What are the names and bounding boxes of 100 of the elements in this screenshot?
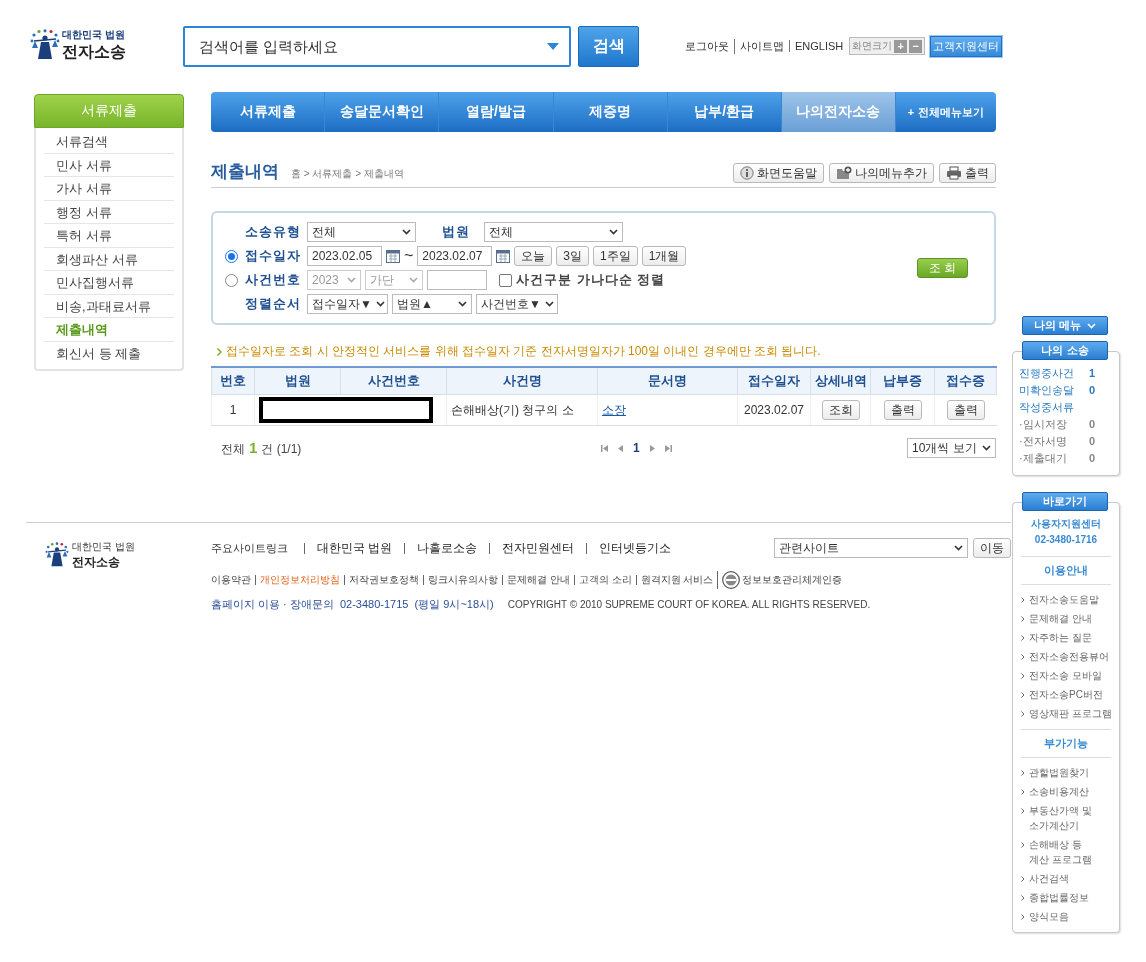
shortcut-link[interactable]: 전자소송 모바일	[1029, 668, 1102, 683]
shortcut-link[interactable]: 문제해결 안내	[1029, 611, 1092, 626]
date-range-button[interactable]: 1주일	[593, 246, 638, 266]
column-header: 접수증	[934, 367, 997, 395]
case-number-input[interactable]	[427, 270, 487, 290]
date-range-button[interactable]: 오늘	[514, 246, 553, 266]
toolbar-button[interactable]: 출력	[939, 163, 996, 183]
last-page-icon[interactable]	[664, 444, 672, 452]
nav-tab[interactable]: 제증명	[553, 92, 668, 132]
go-button[interactable]: 이동	[973, 538, 1011, 558]
page-size-select[interactable]: 10개씩 보기	[907, 438, 996, 458]
footer-link[interactable]: 저작권보호정책	[344, 575, 423, 585]
shortcut-link[interactable]: 부동산가액 및 소가계산기	[1029, 803, 1092, 833]
date-input[interactable]: 2023.02.07	[417, 246, 493, 266]
shortcut-link[interactable]: 양식모음	[1029, 909, 1069, 924]
nav-tab[interactable]: 송달문서확인	[325, 92, 440, 132]
chevron-right-icon	[1021, 597, 1025, 603]
nav-tab[interactable]: 납부/환급	[667, 92, 782, 132]
header-link[interactable]: ENGLISH	[789, 40, 844, 52]
logo-icon	[30, 29, 60, 61]
chevron-icon	[409, 277, 418, 283]
column-header: 상세내역	[810, 367, 871, 395]
date-range-button[interactable]: 3일	[556, 246, 590, 266]
toolbar-button[interactable]: 나의메뉴추가	[829, 163, 934, 183]
shortcut-link[interactable]: 소송비용계산	[1029, 784, 1089, 799]
sidebar-item[interactable]: 회신서 등 제출	[44, 341, 174, 365]
field-label: 법원	[442, 223, 470, 241]
sidebar-item[interactable]: 민사집행서류	[44, 271, 174, 295]
sidebar-item[interactable]: 비송,과태료서류	[44, 294, 174, 318]
first-page-icon[interactable]	[601, 444, 608, 452]
shortcut-link[interactable]: 손해배상 등 계산 프로그램	[1029, 837, 1092, 867]
shortcut-link[interactable]: 전자소송전용뷰어	[1029, 649, 1109, 664]
sidebar-item[interactable]: 가사 서류	[44, 177, 174, 201]
shortcut-link[interactable]: 전자소송도움말	[1029, 592, 1099, 607]
site-link[interactable]: 인터넷등기소	[586, 542, 684, 554]
shortcut-link[interactable]: 자주하는 질문	[1029, 630, 1092, 645]
print-button[interactable]: 출력	[883, 400, 922, 420]
sidebar-item[interactable]: 특허 서류	[44, 224, 174, 248]
shortcut-link[interactable]: 종합법률정보	[1029, 890, 1089, 905]
header-link[interactable]: 로그아웃	[685, 38, 729, 54]
case-type-select[interactable]: 전체	[307, 222, 416, 242]
date-separator: ~	[404, 247, 414, 265]
radio-button[interactable]	[225, 273, 238, 287]
document-link[interactable]: 소장	[602, 402, 626, 417]
site-link[interactable]: 나홀로소송	[404, 542, 490, 554]
sidebar-item[interactable]: 서류검색	[44, 130, 174, 154]
chevron-icon	[1087, 322, 1097, 329]
shortcut-link[interactable]: 관할법원찾기	[1029, 765, 1089, 780]
sidebar-item[interactable]: 민사 서류	[44, 153, 174, 177]
sort-select[interactable]: 접수일자▼	[307, 294, 388, 314]
print-button[interactable]: 출력	[946, 400, 985, 420]
date-input[interactable]: 2023.02.05	[307, 246, 382, 266]
nav-tab[interactable]: 서류제출	[211, 92, 326, 132]
search-field[interactable]: 검색어를 입력하세요	[183, 25, 571, 67]
chevron-icon	[544, 301, 554, 307]
toolbar-button[interactable]: 화면도움말	[733, 163, 824, 183]
footer-link[interactable]: 링크시유의사항	[423, 575, 502, 585]
court-select[interactable]: 전체	[484, 222, 623, 242]
status-count: 0	[1088, 434, 1095, 449]
header-link[interactable]: 사이트맵	[734, 38, 784, 54]
view-button[interactable]: 조회	[821, 400, 860, 420]
previous-page-icon[interactable]	[617, 444, 624, 452]
radio-button[interactable]	[225, 249, 238, 263]
footer-link[interactable]: 개인정보처리방침	[255, 575, 344, 585]
footer-link[interactable]: 원격지원 서비스	[635, 575, 718, 585]
total-count: 1	[249, 438, 258, 456]
footer-link[interactable]: 이용약관	[211, 575, 255, 585]
sort-select[interactable]: 사건번호▼	[476, 294, 558, 314]
site-link[interactable]: 대한민국 법원	[304, 542, 405, 554]
my-menu-label: 나의 메뉴	[1033, 318, 1082, 333]
site-links-label: 주요사이트링크	[211, 540, 288, 556]
caret-icon	[547, 42, 559, 50]
page-number[interactable]: 1	[633, 441, 640, 455]
chevron-right-icon	[1021, 876, 1025, 882]
date-range-button[interactable]: 1개월	[641, 246, 687, 266]
footer-link[interactable]: 고객의 소리	[573, 575, 636, 585]
shortcut-link[interactable]: 사건검색	[1029, 871, 1069, 886]
status-label[interactable]: 진행중사건	[1019, 365, 1074, 382]
shortcut-link[interactable]: 전자소송PC버전	[1029, 687, 1103, 702]
calendar-icon	[386, 249, 400, 263]
related-sites-select[interactable]: 관련사이트	[774, 538, 968, 558]
chevron-icon	[347, 277, 356, 283]
checkbox[interactable]	[499, 273, 512, 287]
next-page-icon[interactable]	[648, 444, 656, 452]
shortcut-link[interactable]: 영상재판 프로그램	[1029, 706, 1112, 721]
chevron-right-icon	[1021, 654, 1025, 660]
all-menu-button[interactable]: + 전체메뉴보기	[896, 92, 996, 132]
site-link[interactable]: 전자민원센터	[489, 542, 587, 554]
status-label[interactable]: ·제출대기	[1019, 450, 1067, 467]
status-label[interactable]: 미확인송달	[1019, 382, 1074, 399]
footer-link[interactable]: 문제해결 안내	[502, 575, 574, 585]
chevron-right-icon	[1021, 692, 1025, 698]
plus-icon: +	[907, 106, 915, 118]
contact-info: 홈페이지 이용 · 장애문의 02-3480-1715 (평일 9시~18시)	[211, 597, 494, 612]
sidebar-item[interactable]: 행정 서류	[44, 200, 174, 224]
sidebar-item[interactable]: 회생파산 서류	[44, 247, 174, 271]
status-label[interactable]: ·전자서명	[1019, 433, 1067, 450]
status-label[interactable]: ·임시저장	[1019, 416, 1067, 433]
sort-select[interactable]: 법원▲	[392, 294, 472, 314]
nav-tab[interactable]: 열람/발급	[439, 92, 554, 132]
